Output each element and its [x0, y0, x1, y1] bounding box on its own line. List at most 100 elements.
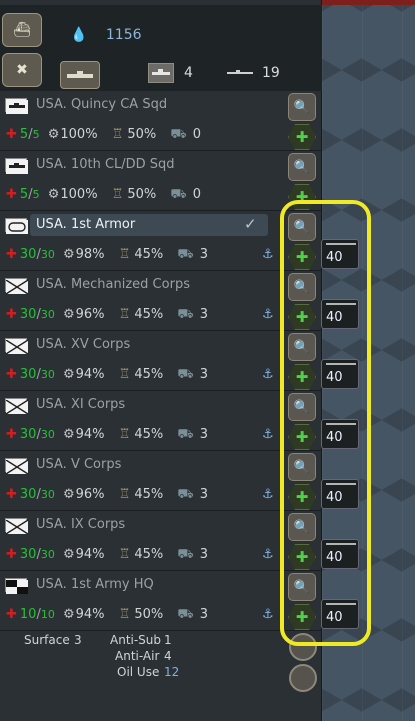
strength-max: 5 — [32, 188, 40, 201]
strength-max: 30 — [40, 548, 55, 561]
oil-value: 1156 — [105, 27, 142, 43]
inspect-button[interactable]: 🔍 — [288, 153, 316, 181]
submarine-icon — [227, 70, 253, 74]
unit-row[interactable]: USA. Mechanized Corps ✚ 30/30 ⚙96% ♖ 45% ⛟… — [0, 271, 359, 331]
unit-type-icon — [5, 218, 28, 234]
surface-label: Surface — [24, 633, 70, 647]
unit-row[interactable]: USA. V Corps ✚ 30/30 ⚙96% ♖ 45% ⛟ 3 ⚓ 🔍 ✚ 4… — [0, 451, 359, 511]
experience-icon: ♖ — [111, 127, 124, 142]
unit-type-icon — [5, 338, 29, 355]
experience-icon: ♖ — [118, 487, 131, 502]
unit-name[interactable]: USA. 10th CL/DD Sqd — [36, 157, 175, 172]
unit-row[interactable]: USA. 1st Armor ✓ ✚ 30/30 ⚙98% ♖ 45% ⛟ 3 ⚓ 🔍… — [0, 211, 359, 271]
strength-cross-icon: ✚ — [6, 487, 17, 502]
unit-row[interactable]: USA. 10th CL/DD Sqd ✚ 5/5 ⚙100% ♖ 50% ⛟ 0 🔍… — [0, 151, 322, 211]
organization-icon: ⚙ — [62, 307, 75, 322]
strength-max: 10 — [40, 608, 55, 621]
unit-type-icon — [5, 518, 29, 535]
experience-value: 45% — [134, 427, 164, 442]
unit-row[interactable]: USA. XI Corps ✚ 30/30 ⚙94% ♖ 45% ⛟ 3 ⚓ 🔍 ✚ … — [0, 391, 359, 451]
unit-row[interactable]: USA. Quincy CA Sqd ✚ 5/5 ⚙100% ♖ 50% ⛟ 0 🔍 … — [0, 91, 322, 151]
unit-row[interactable]: USA. XV Corps ✚ 30/30 ⚙94% ♖ 45% ⛟ 3 ⚓ 🔍 ✚ … — [0, 331, 359, 391]
supply-icon: ⛟ — [177, 607, 194, 622]
organization-value: 96% — [75, 487, 105, 502]
strength-value: 30 — [19, 487, 37, 502]
supply-icon: ⛟ — [170, 187, 187, 202]
supply-icon: ⛟ — [177, 307, 194, 322]
supply-icon: ⛟ — [177, 367, 194, 382]
strength-cross-icon: ✚ — [6, 367, 17, 382]
supply-icon: ⛟ — [177, 247, 194, 262]
anchor-icon: ⚓ — [262, 427, 274, 442]
add-button[interactable]: ✚ — [288, 124, 316, 150]
supply-value: 3 — [199, 307, 209, 322]
unit-stats: ✚ 30/30 ⚙94% ♖ 45% ⛟ 3 — [6, 427, 209, 442]
unit-name[interactable]: USA. XV Corps — [36, 337, 130, 352]
strength-cross-icon: ✚ — [6, 547, 17, 562]
surface-value: 3 — [74, 633, 82, 647]
unit-panel: ⛴ ✖ 💧 1156 4 19 USA. Quincy CA Sqd ✚ 5/5 … — [0, 0, 359, 721]
ship-icon[interactable] — [60, 61, 100, 89]
strength-value: 5 — [19, 187, 29, 202]
supply-value: 3 — [199, 367, 209, 382]
supply-value: 3 — [199, 547, 209, 562]
strength-cross-icon: ✚ — [6, 607, 17, 622]
anchor-icon: ⚓ — [262, 307, 274, 322]
fleet-icon[interactable]: ⛴ — [2, 13, 42, 47]
panel-header: ⛴ ✖ 💧 1156 4 19 — [0, 5, 322, 91]
strength-max: 30 — [40, 248, 55, 261]
unit-row[interactable]: USA. IX Corps ✚ 30/30 ⚙94% ♖ 45% ⛟ 3 ⚓ 🔍 ✚ … — [0, 511, 359, 571]
unit-stats: ✚ 5/5 ⚙100% ♖ 50% ⛟ 0 — [6, 187, 202, 202]
tools-icon[interactable]: ✖ — [2, 53, 42, 87]
supply-icon: ⛟ — [170, 127, 187, 142]
organization-value: 94% — [75, 607, 105, 622]
oil-readout: 💧 1156 — [70, 27, 142, 43]
unit-name[interactable]: USA. 1st Army HQ — [36, 577, 154, 592]
unit-stats: ✚ 5/5 ⚙100% ♖ 50% ⛟ 0 — [6, 127, 202, 142]
antisub-value: 1 — [164, 633, 172, 647]
anchor-icon: ⚓ — [262, 547, 274, 562]
oiluse-label: Oil Use — [117, 665, 160, 679]
unit-stats: ✚ 30/30 ⚙96% ♖ 45% ⛟ 3 — [6, 487, 209, 502]
checkmark-icon: ✓ — [244, 215, 257, 233]
unit-type-icon — [5, 158, 28, 174]
unit-name[interactable]: USA. XI Corps — [36, 397, 125, 412]
organization-value: 100% — [60, 127, 98, 142]
antiair-value: 4 — [164, 649, 172, 663]
highlight-box — [280, 200, 371, 646]
strength-value: 5 — [19, 127, 29, 142]
anchor-icon: ⚓ — [262, 487, 274, 502]
unit-name[interactable]: USA. Mechanized Corps — [36, 277, 190, 292]
experience-value: 50% — [127, 187, 157, 202]
supply-value: 3 — [199, 427, 209, 442]
unit-type-icon — [5, 278, 29, 295]
supply-icon: ⛟ — [177, 487, 194, 502]
supply-icon: ⛟ — [177, 547, 194, 562]
strength-value: 30 — [19, 247, 37, 262]
magnifier-icon: 🔍 — [293, 99, 311, 115]
organization-value: 94% — [75, 547, 105, 562]
organization-icon: ⚙ — [47, 187, 60, 202]
unit-name[interactable]: USA. IX Corps — [36, 517, 125, 532]
unit-row[interactable]: USA. 1st Army HQ ✚ 10/10 ⚙94% ♖ 50% ⛟ 3 ⚓ 🔍… — [0, 571, 359, 631]
experience-value: 45% — [134, 247, 164, 262]
supply-value: 3 — [199, 487, 209, 502]
oil-drop-icon: 💧 — [70, 27, 88, 43]
warship-count: 4 — [184, 65, 193, 81]
organization-icon: ⚙ — [47, 127, 60, 142]
supply-value: 3 — [199, 247, 209, 262]
unit-name[interactable]: USA. Quincy CA Sqd — [36, 97, 167, 112]
antisub-label: Anti-Sub — [110, 633, 162, 647]
unit-name[interactable]: USA. V Corps — [36, 457, 121, 472]
warship-count-icon — [148, 63, 174, 83]
experience-value: 50% — [134, 607, 164, 622]
inspect-button[interactable]: 🔍 — [288, 93, 316, 121]
supply-value: 3 — [199, 607, 209, 622]
organization-value: 94% — [75, 427, 105, 442]
strength-cross-icon: ✚ — [6, 187, 17, 202]
unit-name[interactable]: USA. 1st Armor — [36, 217, 135, 232]
disband-round-button[interactable] — [289, 664, 317, 692]
unit-stats: ✚ 30/30 ⚙94% ♖ 45% ⛟ 3 — [6, 547, 209, 562]
experience-icon: ♖ — [111, 187, 124, 202]
strength-value: 30 — [19, 547, 37, 562]
